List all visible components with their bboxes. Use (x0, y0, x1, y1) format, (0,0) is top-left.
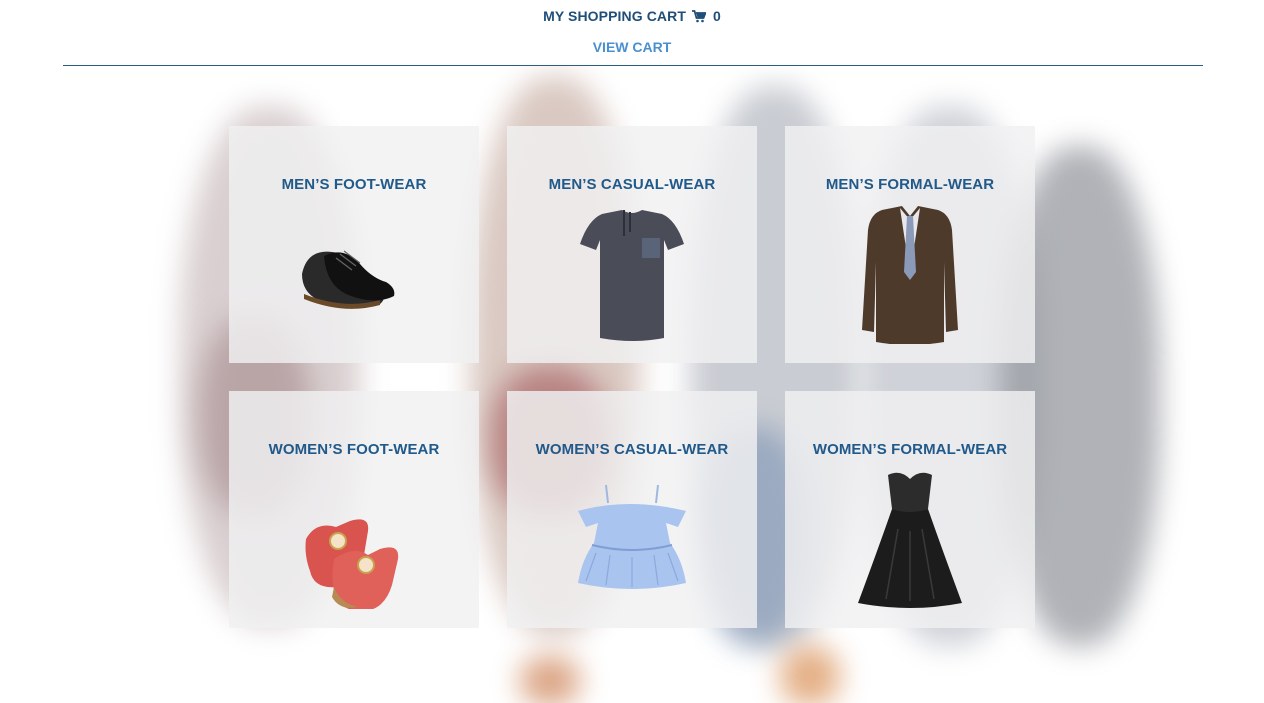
category-title: MEN’S FORMAL-WEAR (825, 176, 995, 193)
cart-count: 0 (713, 8, 721, 24)
shopping-cart-summary[interactable]: MY SHOPPING CART 0 (0, 8, 1264, 24)
category-title: WOMEN’S FOOT-WEAR (268, 441, 440, 458)
shopping-cart-icon (690, 8, 709, 24)
category-card-womens-casualwear[interactable]: WOMEN’S CASUAL-WEAR (507, 391, 757, 628)
site-header: MY SHOPPING CART 0 VIEW CART (0, 0, 1264, 66)
category-card-mens-footwear[interactable]: MEN’S FOOT-WEAR (229, 126, 479, 363)
mens-suit-image (862, 206, 958, 344)
womens-top-image (578, 484, 686, 589)
view-cart-link[interactable]: VIEW CART (0, 39, 1264, 55)
category-card-mens-casualwear[interactable]: MEN’S CASUAL-WEAR (507, 126, 757, 363)
category-card-womens-formalwear[interactable]: WOMEN’S FORMAL-WEAR (785, 391, 1035, 628)
mens-tshirt-image (580, 210, 684, 341)
category-title: MEN’S FOOT-WEAR (281, 176, 427, 193)
womens-shoes-image (305, 519, 399, 609)
category-title: WOMEN’S CASUAL-WEAR (535, 441, 729, 458)
category-title: WOMEN’S FORMAL-WEAR (812, 441, 1008, 458)
cart-label: MY SHOPPING CART (543, 8, 687, 24)
womens-gown-image (858, 472, 962, 608)
category-title: MEN’S CASUAL-WEAR (548, 176, 716, 193)
category-card-womens-footwear[interactable]: WOMEN’S FOOT-WEAR (229, 391, 479, 628)
category-card-mens-formalwear[interactable]: MEN’S FORMAL-WEAR (785, 126, 1035, 363)
mens-shoes-image (302, 250, 395, 309)
